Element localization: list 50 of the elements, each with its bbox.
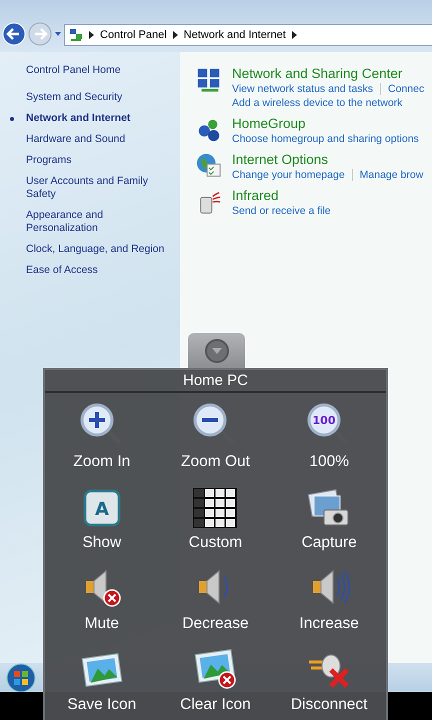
address-bar[interactable]: Control Panel Network and Internet: [64, 24, 432, 46]
task-link[interactable]: Choose homegroup and sharing options: [232, 132, 419, 146]
image-delete-icon: [193, 646, 238, 690]
keyboard-icon: [193, 488, 238, 528]
sidebar-link[interactable]: Appearance and Personalization: [26, 209, 176, 235]
breadcrumb-arrow-icon[interactable]: [89, 31, 94, 39]
breadcrumb-item[interactable]: Control Panel: [100, 29, 167, 41]
remote-action-button[interactable]: Mute: [45, 558, 159, 639]
task-link[interactable]: Connec: [388, 82, 424, 96]
sidebar-link[interactable]: Hardware and Sound: [26, 133, 176, 146]
breadcrumb-item[interactable]: Network and Internet: [184, 29, 286, 41]
network-computers-icon: [196, 66, 222, 94]
panel-title: Home PC: [45, 370, 386, 393]
task-link[interactable]: Change your homepage: [232, 168, 345, 182]
remote-action-button[interactable]: Clear Icon: [158, 639, 272, 720]
remote-action-button[interactable]: Zoom Out: [158, 396, 272, 477]
category-title-link[interactable]: Infrared: [232, 188, 432, 204]
category-title-link[interactable]: HomeGroup: [232, 116, 432, 132]
remote-action-button[interactable]: A Show: [45, 477, 159, 558]
sidebar-link[interactable]: Programs: [26, 154, 176, 167]
remote-action-button[interactable]: 100 100%: [272, 396, 386, 477]
task-link[interactable]: View network status and tasks: [232, 82, 374, 96]
collapse-icon[interactable]: [204, 338, 230, 364]
back-button[interactable]: [2, 22, 26, 46]
remote-action-button[interactable]: Increase: [272, 558, 386, 639]
breadcrumb-arrow-icon[interactable]: [172, 31, 178, 39]
control-panel-icon: [69, 28, 83, 42]
sidebar-link[interactable]: Network and Internet: [26, 112, 176, 125]
task-link[interactable]: Add a wireless device to the network: [232, 96, 402, 110]
key-icon: A: [82, 488, 122, 528]
task-link[interactable]: Manage brow: [360, 168, 424, 182]
sidebar-link[interactable]: Control Panel Home: [26, 64, 176, 77]
start-button[interactable]: [6, 662, 36, 692]
breadcrumb-arrow-icon[interactable]: [292, 31, 297, 39]
remote-action-button[interactable]: Save Icon: [45, 639, 159, 720]
sidebar-link[interactable]: Clock, Language, and Region: [26, 243, 176, 256]
remote-action-button[interactable]: Zoom In: [45, 396, 159, 477]
remote-action-button[interactable]: Custom: [158, 477, 272, 558]
zoom-in-icon: [80, 403, 124, 447]
panel-handle[interactable]: [188, 333, 245, 368]
remote-action-button[interactable]: Capture: [272, 477, 386, 558]
remote-action-button[interactable]: Disconnect: [272, 639, 386, 720]
task-link[interactable]: Send or receive a file: [232, 204, 331, 218]
remote-action-button[interactable]: Decrease: [158, 558, 272, 639]
selected-bullet-icon: [10, 117, 14, 121]
category-title-link[interactable]: Network and Sharing Center: [232, 66, 432, 82]
sidebar-link[interactable]: Ease of Access: [26, 264, 176, 277]
sidebar-link[interactable]: System and Security: [26, 91, 176, 104]
category-title-link[interactable]: Internet Options: [232, 152, 432, 168]
sidebar-link[interactable]: User Accounts and Family Safety: [26, 175, 176, 201]
